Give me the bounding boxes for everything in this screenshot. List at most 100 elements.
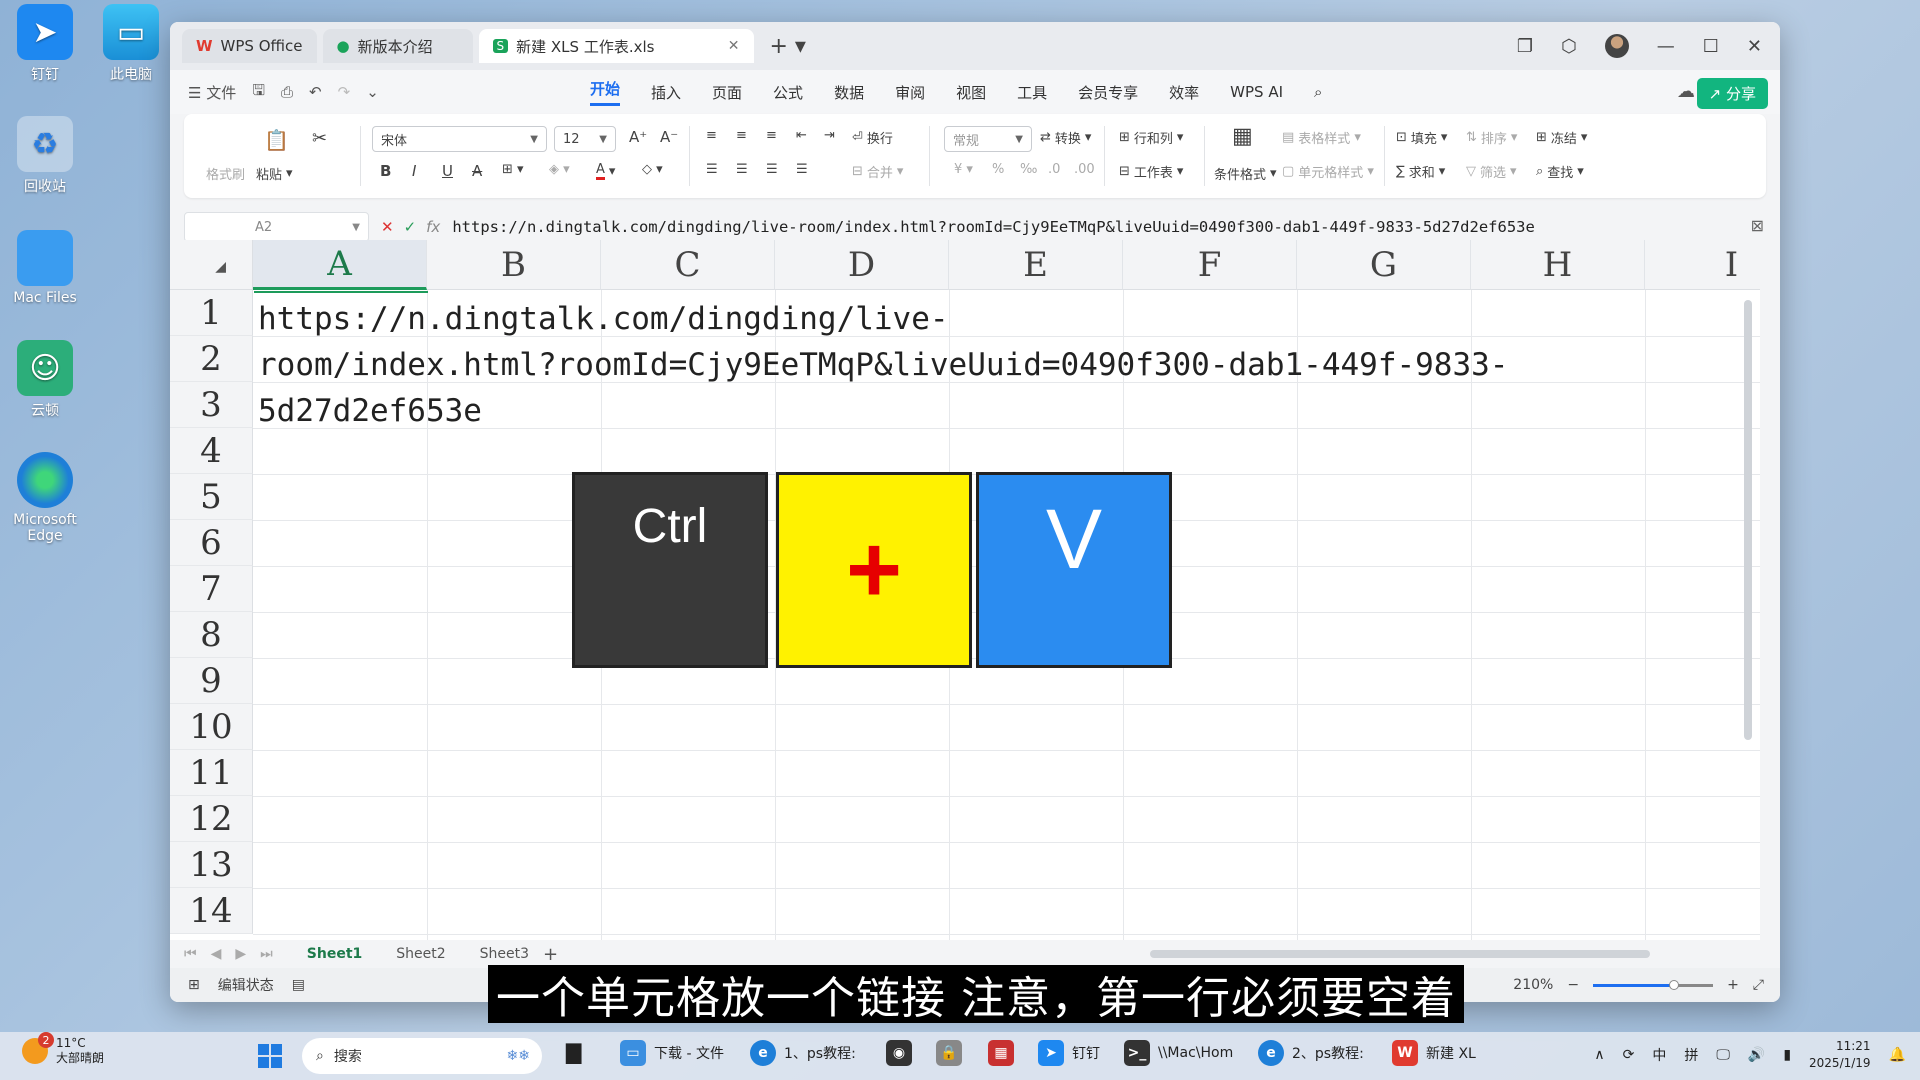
row-header-13[interactable]: 13 bbox=[170, 842, 253, 888]
tab-wps-office[interactable]: W WPS Office bbox=[182, 29, 317, 63]
decrease-font-icon[interactable]: A⁻ bbox=[660, 128, 678, 146]
worksheet-button[interactable]: ⊟ 工作表 ▾ bbox=[1119, 162, 1183, 181]
format-painter-button[interactable]: 格式刷 bbox=[206, 164, 245, 183]
taskbar-item-wps[interactable]: W 新建 XL bbox=[1392, 1040, 1476, 1066]
tab-new-xls[interactable]: S 新建 XLS 工作表.xls ✕ bbox=[478, 29, 754, 63]
tab-new-version[interactable]: ● 新版本介绍 bbox=[322, 29, 473, 63]
taskbar-item-edge-1[interactable]: e 1、ps教程: bbox=[750, 1040, 856, 1066]
conditional-format-button[interactable]: 条件格式 ▾ bbox=[1214, 164, 1277, 183]
align-right-icon[interactable]: ☰ bbox=[766, 162, 778, 177]
font-color-icon[interactable]: A ▾ bbox=[596, 162, 615, 180]
ribbon-tab-home[interactable]: 开始 bbox=[590, 78, 621, 106]
taskbar-item-edge-2[interactable]: e 2、ps教程: bbox=[1258, 1040, 1364, 1066]
row-header-10[interactable]: 10 bbox=[170, 704, 253, 750]
clipboard-icon[interactable]: 📋 bbox=[264, 128, 289, 152]
clear-format-icon[interactable]: ◇ ▾ bbox=[642, 162, 663, 177]
fill-color-icon[interactable]: ◈ ▾ bbox=[549, 162, 570, 177]
decimal-decrease-icon[interactable]: .00 bbox=[1074, 162, 1095, 177]
ribbon-tab-efficiency[interactable]: 效率 bbox=[1169, 82, 1199, 103]
vertical-scrollbar[interactable] bbox=[1744, 300, 1752, 740]
filter-button[interactable]: ▽ 筛选 ▾ bbox=[1466, 162, 1517, 181]
print-icon[interactable]: ⎙ bbox=[281, 83, 293, 101]
box-icon[interactable]: ⬡ bbox=[1561, 36, 1577, 57]
fullscreen-icon[interactable]: ⤢ bbox=[1753, 977, 1764, 993]
ribbon-tab-page[interactable]: 页面 bbox=[712, 82, 742, 103]
zoom-slider[interactable] bbox=[1593, 979, 1714, 990]
cell-style-button[interactable]: ▢ 单元格样式 ▾ bbox=[1282, 162, 1374, 181]
justify-icon[interactable]: ☰ bbox=[796, 162, 808, 177]
ribbon-tab-tools[interactable]: 工具 bbox=[1017, 82, 1047, 103]
new-tab-button[interactable]: + ▾ bbox=[770, 34, 806, 59]
more-icon[interactable]: ⌄ bbox=[366, 83, 379, 101]
cancel-icon[interactable]: ✕ bbox=[381, 218, 394, 236]
font-name-select[interactable]: 宋体 ▼ bbox=[372, 126, 547, 152]
row-col-button[interactable]: ⊞ 行和列 ▾ bbox=[1119, 128, 1183, 147]
row-header-5[interactable]: 5 bbox=[170, 474, 253, 520]
column-header-c[interactable]: C bbox=[601, 240, 775, 290]
row-header-6[interactable]: 6 bbox=[170, 520, 253, 566]
align-bottom-icon[interactable]: ≡ bbox=[766, 128, 777, 143]
zoom-slider-thumb[interactable] bbox=[1669, 979, 1680, 990]
sum-button[interactable]: ∑ 求和 ▾ bbox=[1396, 162, 1445, 181]
row-header-2[interactable]: 2 bbox=[170, 336, 253, 382]
ribbon-tab-member[interactable]: 会员专享 bbox=[1078, 82, 1138, 103]
taskbar-item-terminal[interactable]: >_ \\Mac\Hom bbox=[1124, 1040, 1233, 1066]
desktop-icon-computer[interactable]: ▭ 此电脑 bbox=[86, 4, 176, 84]
column-header-e[interactable]: E bbox=[949, 240, 1123, 290]
tray-chevron-icon[interactable]: ∧ bbox=[1594, 1047, 1604, 1063]
horizontal-scrollbar[interactable] bbox=[1150, 950, 1650, 958]
sheet-tab-3[interactable]: Sheet3 bbox=[480, 946, 529, 962]
network-icon[interactable]: 🖵 bbox=[1716, 1047, 1730, 1063]
row-header-14[interactable]: 14 bbox=[170, 888, 253, 934]
cloud-sync-icon[interactable]: ☁ bbox=[1677, 81, 1695, 102]
cut-icon[interactable]: ✂ bbox=[312, 128, 327, 149]
status-doc-icon[interactable]: ▤ bbox=[292, 977, 305, 993]
row-header-3[interactable]: 3 bbox=[170, 382, 253, 428]
zoom-in-icon[interactable]: + bbox=[1727, 977, 1739, 993]
zoom-out-icon[interactable]: − bbox=[1567, 977, 1579, 993]
sort-button[interactable]: ⇅ 排序 ▾ bbox=[1466, 128, 1517, 147]
ime-mode[interactable]: 中 bbox=[1652, 1045, 1666, 1065]
ribbon-tab-view[interactable]: 视图 bbox=[956, 82, 986, 103]
row-header-1[interactable]: 1 bbox=[170, 290, 253, 336]
underline-button[interactable]: U bbox=[442, 162, 453, 180]
italic-button[interactable]: I bbox=[412, 162, 416, 180]
maximize-icon[interactable]: ☐ bbox=[1703, 36, 1719, 57]
taskbar-item-downloads[interactable]: ▭ 下载 - 文件 bbox=[620, 1040, 724, 1066]
name-box[interactable]: A2 ▼ bbox=[184, 212, 369, 242]
desktop-icon-mac-files[interactable]: Mac Files bbox=[0, 230, 90, 306]
avatar[interactable] bbox=[1604, 34, 1629, 58]
ribbon-tab-insert[interactable]: 插入 bbox=[651, 82, 681, 103]
taskbar-item-dingtalk[interactable]: ➤ 钉钉 bbox=[1038, 1040, 1100, 1066]
row-header-9[interactable]: 9 bbox=[170, 658, 253, 704]
prev-sheet-icon[interactable]: ◀ bbox=[211, 946, 222, 962]
notification-icon[interactable]: 🔔 bbox=[1889, 1047, 1906, 1063]
task-view-icon[interactable]: ▇ bbox=[566, 1040, 581, 1064]
camera-app-icon[interactable]: ◉ bbox=[886, 1040, 912, 1066]
tool-app-icon[interactable]: ▦ bbox=[988, 1040, 1014, 1066]
find-button[interactable]: ⌕ 查找 ▾ bbox=[1536, 162, 1584, 181]
share-button[interactable]: ↗ 分享 bbox=[1696, 78, 1768, 109]
windows-start-icon[interactable] bbox=[258, 1044, 282, 1068]
confirm-icon[interactable]: ✓ bbox=[404, 218, 417, 236]
volume-icon[interactable]: 🔊 bbox=[1748, 1047, 1765, 1063]
ime-pinyin[interactable]: 拼 bbox=[1684, 1045, 1698, 1065]
clock[interactable]: 11:21 2025/1/19 bbox=[1809, 1038, 1871, 1072]
first-sheet-icon[interactable]: ⏮ bbox=[184, 946, 197, 962]
row-header-12[interactable]: 12 bbox=[170, 796, 253, 842]
file-menu[interactable]: ☰ 文件 bbox=[188, 82, 236, 103]
merge-button[interactable]: ⊟ 合并 ▾ bbox=[852, 162, 903, 181]
wrap-text-button[interactable]: ⏎ 换行 bbox=[852, 128, 893, 147]
zoom-level[interactable]: 210% bbox=[1513, 977, 1553, 993]
decimal-increase-icon[interactable]: .0 bbox=[1048, 162, 1060, 177]
ribbon-tab-wps-ai[interactable]: WPS AI bbox=[1230, 83, 1283, 101]
column-header-g[interactable]: G bbox=[1297, 240, 1471, 290]
status-mode-icon[interactable]: ⊞ bbox=[188, 977, 200, 993]
ribbon-tab-review[interactable]: 审阅 bbox=[895, 82, 925, 103]
convert-button[interactable]: ⇄ 转换 ▾ bbox=[1040, 128, 1091, 147]
ribbon-tab-data[interactable]: 数据 bbox=[834, 82, 864, 103]
indent-increase-icon[interactable]: ⇥ bbox=[824, 128, 835, 143]
row-header-4[interactable]: 4 bbox=[170, 428, 253, 474]
currency-icon[interactable]: ¥ ▾ bbox=[954, 162, 973, 177]
align-left-icon[interactable]: ☰ bbox=[706, 162, 718, 177]
